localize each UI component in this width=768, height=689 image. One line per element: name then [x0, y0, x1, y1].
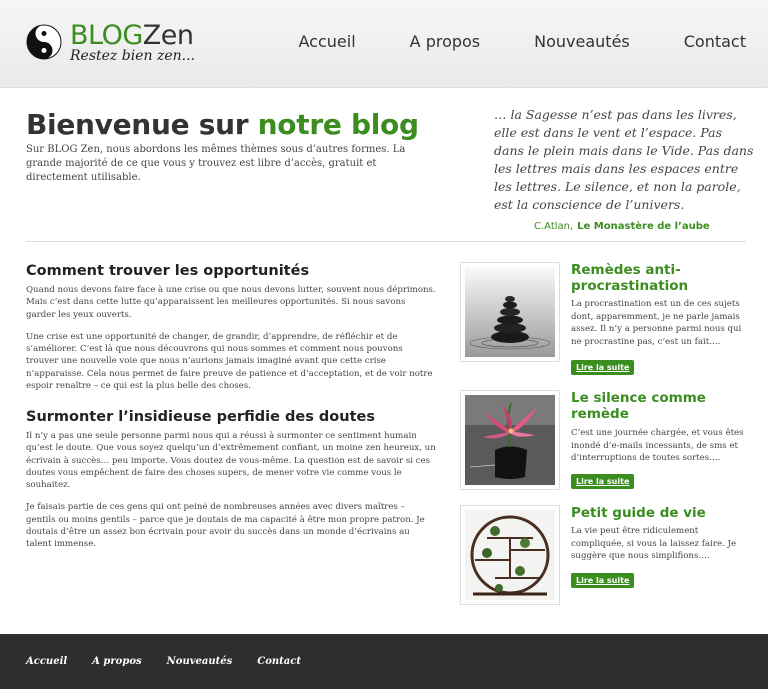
- bonsai-shelf-image: [465, 510, 555, 600]
- yin-yang-icon[interactable]: [26, 24, 62, 60]
- nav-accueil[interactable]: Accueil: [299, 32, 356, 51]
- quote-author: C.Atlan,: [534, 221, 574, 232]
- logo-tagline: Restez bien zen...: [70, 48, 195, 64]
- post-title[interactable]: Le silence comme remède: [571, 390, 751, 422]
- article-title[interactable]: Comment trouver les opportunités: [26, 263, 436, 279]
- post-procrastination: Remèdes anti-procrastination La procrast…: [460, 262, 751, 375]
- intro-title-part1: Bienvenue sur: [26, 108, 258, 141]
- post-thumbnail[interactable]: [460, 390, 560, 490]
- post-thumbnail[interactable]: [460, 505, 560, 605]
- site-header: BLOGZen Restez bien zen... Accueil A pro…: [0, 0, 768, 88]
- quote-work: Le Monastère de l’aube: [577, 221, 710, 232]
- stacked-stones-image: [465, 267, 555, 357]
- article-title[interactable]: Surmonter l’insidieuse perfidie des dout…: [26, 409, 436, 425]
- section-divider: [26, 241, 746, 242]
- read-more-button[interactable]: Lire la suite: [571, 573, 635, 588]
- article-paragraph: Je faisais partie de ces gens qui ont pe…: [26, 502, 425, 550]
- intro-text: Sur BLOG Zen, nous abordons les mêmes th…: [26, 144, 406, 183]
- nav-nouveautes[interactable]: Nouveautés: [534, 32, 630, 51]
- footer-nav-contact[interactable]: Contact: [257, 656, 301, 667]
- intro-title-part2: notre blog: [257, 108, 419, 141]
- article-paragraph: Il n’y a pas une seule personne parmi no…: [26, 431, 436, 491]
- nav-contact[interactable]: Contact: [684, 32, 746, 51]
- post-silence: Le silence comme remède C’est une journé…: [460, 390, 750, 490]
- post-excerpt: C’est une journée chargée, et vous êtes …: [571, 428, 744, 463]
- article-opportunites: Comment trouver les opportunités Quand n…: [26, 263, 436, 402]
- footer-nav-accueil[interactable]: Accueil: [26, 656, 67, 667]
- logo-title-blog: BLOG: [70, 20, 143, 51]
- post-guide: Petit guide de vie La vie peut être ridi…: [460, 505, 750, 605]
- article-paragraph: Quand nous devons faire face à une crise…: [26, 285, 436, 320]
- article-paragraph: Une crise est une opportunité de changer…: [26, 331, 433, 392]
- main-nav: Accueil A propos Nouveautés Contact: [245, 32, 746, 51]
- lily-flower-image: [465, 395, 555, 485]
- read-more-button[interactable]: Lire la suite: [571, 360, 635, 375]
- intro-title: Bienvenue sur notre blog: [26, 108, 419, 141]
- logo-title-zen: Zen: [142, 20, 194, 51]
- footer-nav-a-propos[interactable]: A propos: [92, 656, 141, 667]
- post-thumbnail[interactable]: [460, 262, 560, 362]
- quote-source: C.Atlan, Le Monastère de l’aube: [534, 221, 710, 232]
- footer-nav-nouveautes[interactable]: Nouveautés: [167, 656, 233, 667]
- article-doutes: Surmonter l’insidieuse perfidie des dout…: [26, 409, 436, 561]
- post-title[interactable]: Remèdes anti-procrastination: [571, 262, 751, 294]
- footer-nav: Accueil A propos Nouveautés Contact: [26, 656, 326, 667]
- nav-a-propos[interactable]: A propos: [410, 32, 480, 51]
- quote-text: … la Sagesse n’est pas dans les livres, …: [494, 107, 754, 212]
- read-more-button[interactable]: Lire la suite: [571, 474, 635, 489]
- site-footer: Accueil A propos Nouveautés Contact: [0, 634, 768, 689]
- post-excerpt: La procrastination est un de ces sujets …: [571, 299, 742, 347]
- post-excerpt: La vie peut être ridiculement compliquée…: [571, 526, 737, 561]
- post-title[interactable]: Petit guide de vie: [571, 505, 751, 521]
